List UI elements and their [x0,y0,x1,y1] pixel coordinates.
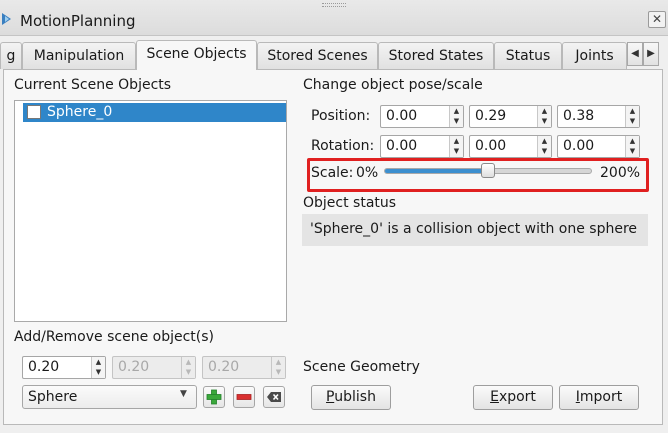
button-mnemonic: E [490,389,499,405]
dimension-z-spinbox: 0.20 ▲ ▼ [202,356,286,379]
spinbox-value: 0.20 [28,359,60,375]
rotation-z-spinbox[interactable]: 0.00 ▲ ▼ [557,135,640,158]
object-status-text: 'Sphere_0' is a collision object with on… [310,221,638,237]
scene-objects-list[interactable] [14,100,287,322]
chevron-down-icon: ▼ [180,389,187,399]
spinbox-value: 0.00 [563,138,595,154]
button-mnemonic: P [326,389,335,405]
spinbox-value: 0.29 [475,108,507,124]
position-y-spinbox[interactable]: 0.29 ▲ ▼ [469,105,552,128]
dimension-y-spinbox: 0.20 ▲ ▼ [112,356,196,379]
minus-icon [236,394,252,400]
spin-arrows-icon[interactable]: ▲ ▼ [449,106,463,127]
list-item-label: Sphere_0 [47,104,113,120]
spin-arrows-icon[interactable]: ▲ ▼ [537,106,551,127]
scale-label: Scale: [311,165,354,181]
spin-arrows-icon[interactable]: ▲ ▼ [625,106,639,127]
export-button[interactable]: Export [473,385,553,410]
spin-arrows-icon: ▲ ▼ [271,357,285,378]
spinbox-value: 0.38 [563,108,595,124]
spinbox-value: 0.00 [386,138,418,154]
spinbox-value: 0.00 [475,138,507,154]
scene-geometry-heading: Scene Geometry [303,359,420,375]
import-button[interactable]: Import [559,385,639,410]
spinbox-value: 0.00 [386,108,418,124]
position-label: Position: [311,108,371,124]
remove-object-button[interactable] [233,386,255,408]
scale-max-label: 200% [600,165,641,181]
spinbox-value: 0.20 [118,359,150,375]
button-label: xport [498,389,536,405]
publish-button[interactable]: Publish [311,385,391,410]
position-z-spinbox[interactable]: 0.38 ▲ ▼ [557,105,640,128]
plus-icon [206,389,222,405]
add-remove-heading: Add/Remove scene object(s) [14,329,214,345]
scale-min-label: 0% [356,165,379,181]
pose-heading: Change object pose/scale [303,77,483,93]
rotation-label: Rotation: [311,138,375,154]
object-checkbox[interactable] [27,105,41,119]
button-label: mport [579,389,623,405]
position-x-spinbox[interactable]: 0.00 ▲ ▼ [380,105,464,128]
scene-objects-heading: Current Scene Objects [14,77,172,93]
rotation-x-spinbox[interactable]: 0.00 ▲ ▼ [380,135,464,158]
shape-select-value: Sphere [28,389,78,405]
button-label: ublish [334,389,376,405]
object-status-heading: Object status [303,195,397,211]
rotation-y-spinbox[interactable]: 0.00 ▲ ▼ [469,135,552,158]
spin-arrows-icon[interactable]: ▲ ▼ [625,136,639,157]
clear-objects-button[interactable] [263,386,285,408]
scale-slider-fill [385,169,488,173]
spin-arrows-icon[interactable]: ▲ ▼ [449,136,463,157]
dimension-x-spinbox[interactable]: 0.20 ▲ ▼ [22,356,106,379]
spin-arrows-icon[interactable]: ▲ ▼ [537,136,551,157]
spin-arrows-icon: ▲ ▼ [181,357,195,378]
scale-slider-handle[interactable] [481,163,495,178]
spin-arrows-icon[interactable]: ▲ ▼ [91,357,105,378]
spinbox-value: 0.20 [208,359,240,375]
clear-icon [267,392,281,402]
add-object-button[interactable] [203,386,225,408]
